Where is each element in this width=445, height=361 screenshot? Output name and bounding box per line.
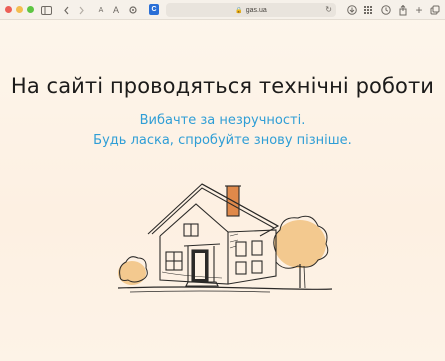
- page-title: На сайті проводяться технічні роботи: [10, 74, 435, 98]
- left-bush: [118, 256, 148, 285]
- new-tab-icon[interactable]: +: [413, 4, 425, 16]
- extension-icon[interactable]: C: [149, 4, 159, 15]
- close-window-button[interactable]: [5, 6, 12, 13]
- house-sketch-icon: [117, 183, 333, 293]
- share-icon[interactable]: [397, 4, 409, 16]
- tab-overview-icon[interactable]: [429, 4, 441, 16]
- minimize-window-button[interactable]: [16, 6, 23, 13]
- reload-icon[interactable]: ↻: [325, 5, 332, 14]
- address-url: gas.ua: [245, 6, 267, 14]
- retry-later-text: Будь ласка, спробуйте знову пізніше.: [93, 133, 352, 148]
- window-controls: [5, 6, 34, 13]
- history-icon[interactable]: [380, 4, 392, 16]
- grid-icon[interactable]: [362, 4, 374, 16]
- right-tree: [273, 215, 329, 289]
- zoom-window-button[interactable]: [27, 6, 34, 13]
- text-smaller-button[interactable]: A: [95, 4, 107, 16]
- settings-gear-icon[interactable]: [127, 4, 139, 16]
- lock-icon: 🔒: [235, 7, 243, 14]
- back-button[interactable]: [60, 4, 72, 16]
- text-larger-button[interactable]: A: [110, 4, 122, 16]
- download-icon[interactable]: [346, 4, 358, 16]
- sidebar-toggle-icon[interactable]: [40, 4, 52, 16]
- address-bar[interactable]: 🔒 gas.ua ↻: [166, 3, 336, 17]
- apology-text: Вибачте за незручності.: [139, 113, 306, 128]
- forward-button[interactable]: [75, 4, 87, 16]
- browser-toolbar: A A C 🔒 gas.ua ↻ +: [0, 0, 445, 20]
- house: [147, 183, 280, 287]
